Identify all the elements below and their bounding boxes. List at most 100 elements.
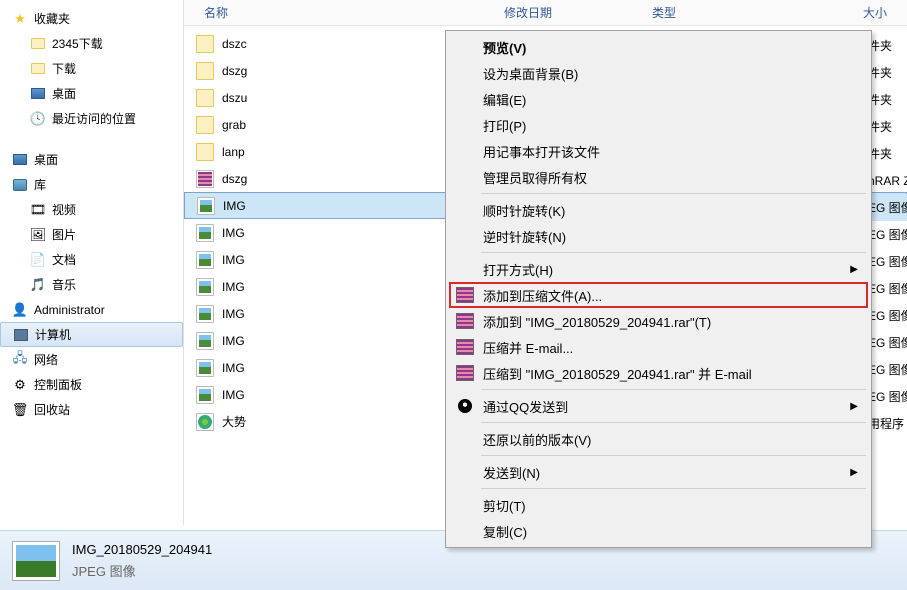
file-meta-row: EG 图像7,268 KB xyxy=(868,383,907,410)
nav-label: 音乐 xyxy=(52,276,76,293)
menu-open-with[interactable]: 打开方式(H)▶ xyxy=(449,256,868,282)
file-meta-row: EG 图像7,331 KB xyxy=(868,302,907,329)
file-type: EG 图像 xyxy=(868,361,907,378)
file-meta-row: EG 图像7,268 KB xyxy=(868,329,907,356)
status-file-name: IMG_20180529_204941 xyxy=(72,542,212,557)
nav-item-recent[interactable]: 🕓 最近访问的位置 xyxy=(0,106,183,131)
file-name: IMG xyxy=(222,280,272,294)
menu-wallpaper[interactable]: 设为桌面背景(B) xyxy=(449,60,868,86)
nav-control-panel[interactable]: ⚙控制面板 xyxy=(0,372,183,397)
nav-computer[interactable]: 计算机 xyxy=(0,322,183,347)
menu-print[interactable]: 打印(P) xyxy=(449,112,868,138)
menu-notepad[interactable]: 用记事本打开该文件 xyxy=(449,138,868,164)
menu-separator xyxy=(481,389,866,390)
file-type: EG 图像 xyxy=(868,253,907,270)
network-icon: 🖧 xyxy=(12,352,28,368)
menu-compress-to-email[interactable]: 压缩到 "IMG_20180529_204941.rar" 并 E-mail xyxy=(449,360,868,386)
folder-icon xyxy=(196,116,214,134)
file-meta-row: 件夹 xyxy=(868,86,907,113)
nav-sidebar: ★ 收藏夹 2345下载 下载 桌面 🕓 最近访问的位置 桌面 库 🎞视频 🖼图片… xyxy=(0,0,184,525)
file-meta-row: 件夹 xyxy=(868,32,907,59)
nav-label: 图片 xyxy=(52,226,76,243)
image-icon xyxy=(196,224,214,242)
file-type: EG 图像 xyxy=(868,226,907,243)
menu-add-to[interactable]: 添加到 "IMG_20180529_204941.rar"(T) xyxy=(449,308,868,334)
nav-libraries[interactable]: 库 xyxy=(0,172,183,197)
context-menu: 预览(V) 设为桌面背景(B) 编辑(E) 打印(P) 用记事本打开该文件 管理… xyxy=(445,30,872,548)
file-meta-row: 件夹 xyxy=(868,113,907,140)
menu-send-qq[interactable]: 通过QQ发送到▶ xyxy=(449,393,868,419)
file-type: 件夹 xyxy=(868,145,907,162)
column-name[interactable]: 名称 xyxy=(194,4,504,21)
control-panel-icon: ⚙ xyxy=(12,377,28,393)
file-name: 大势 xyxy=(222,413,272,430)
submenu-arrow-icon: ▶ xyxy=(850,401,858,412)
file-name: IMG xyxy=(222,307,272,321)
column-date[interactable]: 修改日期 xyxy=(504,4,652,21)
file-meta-row: EG 图像7,296 KB xyxy=(868,221,907,248)
nav-favorites[interactable]: ★ 收藏夹 xyxy=(0,6,183,31)
nav-label: 回收站 xyxy=(34,401,70,418)
file-name: IMG xyxy=(222,253,272,267)
music-icon: 🎵 xyxy=(30,277,46,293)
nav-desktop-root[interactable]: 桌面 xyxy=(0,147,183,172)
menu-copy[interactable]: 复制(C) xyxy=(449,518,868,544)
file-type: EG 图像 xyxy=(868,199,907,216)
exe-icon xyxy=(196,413,214,431)
user-icon: 👤 xyxy=(12,302,28,318)
nav-label: 桌面 xyxy=(52,85,76,102)
file-type: EG 图像 xyxy=(868,388,907,405)
recent-icon: 🕓 xyxy=(30,111,46,127)
menu-preview[interactable]: 预览(V) xyxy=(449,34,868,60)
file-name: lanp xyxy=(222,145,272,159)
nav-label: 最近访问的位置 xyxy=(52,110,136,127)
menu-separator xyxy=(481,488,866,489)
column-size[interactable]: 大小 xyxy=(807,4,887,21)
file-name: IMG xyxy=(222,334,272,348)
computer-icon xyxy=(13,327,29,343)
nav-recycle[interactable]: 🗑回收站 xyxy=(0,397,183,422)
nav-item-2345[interactable]: 2345下载 xyxy=(0,31,183,56)
menu-add-archive[interactable]: 添加到压缩文件(A)... xyxy=(449,282,868,308)
image-icon xyxy=(196,386,214,404)
status-thumbnail xyxy=(12,541,60,581)
nav-admin[interactable]: 👤 Administrator xyxy=(0,297,183,322)
file-type: 件夹 xyxy=(868,37,907,54)
nav-lib-docs[interactable]: 📄文档 xyxy=(0,247,183,272)
menu-compress-email[interactable]: 压缩并 E-mail... xyxy=(449,334,868,360)
archive-icon xyxy=(196,170,214,188)
nav-label: 桌面 xyxy=(34,151,58,168)
file-type: nRAR ZIP 压缩... xyxy=(868,172,907,189)
nav-lib-video[interactable]: 🎞视频 xyxy=(0,197,183,222)
column-type[interactable]: 类型 xyxy=(652,4,807,21)
nav-network[interactable]: 🖧网络 xyxy=(0,347,183,372)
file-list-pane: 名称 修改日期 类型 大小 dszcdszgdszugrablanpdszgIM… xyxy=(184,0,907,525)
file-type: 件夹 xyxy=(868,118,907,135)
document-icon: 📄 xyxy=(30,252,46,268)
desktop-icon xyxy=(30,86,46,102)
menu-rotate-ccw[interactable]: 逆时针旋转(N) xyxy=(449,223,868,249)
menu-separator xyxy=(481,193,866,194)
file-meta-row: 用程序14,112 KB xyxy=(868,410,907,437)
nav-label: Administrator xyxy=(34,303,105,317)
menu-restore[interactable]: 还原以前的版本(V) xyxy=(449,426,868,452)
folder-icon xyxy=(196,143,214,161)
nav-item-download[interactable]: 下载 xyxy=(0,56,183,81)
folder-icon xyxy=(196,35,214,53)
menu-cut[interactable]: 剪切(T) xyxy=(449,492,868,518)
folder-icon xyxy=(196,62,214,80)
file-meta-row: nRAR ZIP 压缩...55,059 KB xyxy=(868,167,907,194)
qq-icon xyxy=(456,397,474,415)
library-icon xyxy=(12,177,28,193)
menu-send-to[interactable]: 发送到(N)▶ xyxy=(449,459,868,485)
file-meta-row: 件夹 xyxy=(868,59,907,86)
nav-lib-music[interactable]: 🎵 音乐 xyxy=(0,272,183,297)
nav-item-desktop[interactable]: 桌面 xyxy=(0,81,183,106)
file-meta-row: EG 图像7,478 KB xyxy=(868,275,907,302)
folder-icon xyxy=(30,36,46,52)
menu-edit[interactable]: 编辑(E) xyxy=(449,86,868,112)
file-type: 件夹 xyxy=(868,64,907,81)
nav-lib-pictures[interactable]: 🖼图片 xyxy=(0,222,183,247)
menu-rotate-cw[interactable]: 顺时针旋转(K) xyxy=(449,197,868,223)
menu-admin-own[interactable]: 管理员取得所有权 xyxy=(449,164,868,190)
